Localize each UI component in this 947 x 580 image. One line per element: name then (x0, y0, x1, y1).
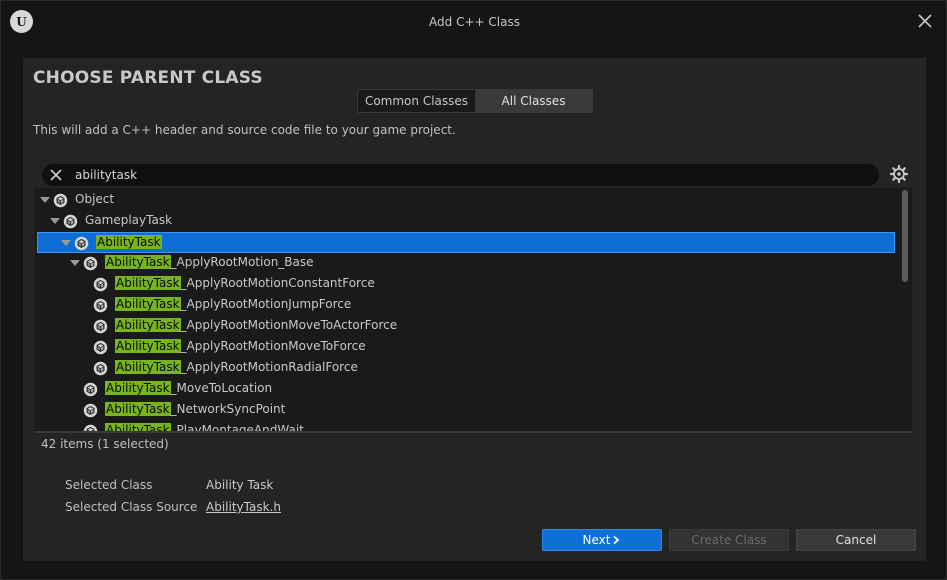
tree-row-label: AbilityTask _NetworkSyncPoint (105, 402, 285, 416)
tree-row-ability-task-apply-root-motion-move-to-force[interactable]: AbilityTask _ApplyRootMotionMoveToForce (35, 337, 897, 358)
search-match-highlight: AbilityTask (105, 402, 171, 416)
class-icon (93, 277, 108, 292)
gear-icon[interactable] (889, 164, 909, 184)
tree-row-label: AbilityTask _ApplyRootMotionRadialForce (115, 360, 358, 374)
class-icon (93, 361, 108, 376)
class-name-text: _ApplyRootMotionRadialForce (180, 360, 358, 374)
selected-class-label: Selected Class (65, 478, 153, 492)
expand-arrow-icon[interactable] (50, 216, 60, 226)
search-match-highlight: AbilityTask (115, 339, 181, 353)
tree-row-ability-task-apply-root-motion-move-to-actor-force[interactable]: AbilityTask _ApplyRootMotionMoveToActorFo… (35, 316, 897, 337)
next-button-label: Next (582, 533, 611, 547)
tree-row-ability-task[interactable]: AbilityTask (37, 232, 895, 253)
class-name-text: _MoveToLocation (170, 381, 273, 395)
tree-row-ability-task-apply-root-motion-constant-force[interactable]: AbilityTask _ApplyRootMotionConstantForce (35, 274, 897, 295)
chevron-right-icon (613, 535, 620, 545)
expand-arrow-icon[interactable] (70, 258, 80, 268)
selected-source-label: Selected Class Source (65, 500, 198, 514)
add-cpp-class-window: U Add C++ Class CHOOSE PARENT CLASS Comm… (0, 0, 947, 580)
page-title: CHOOSE PARENT CLASS (33, 68, 263, 88)
class-name-text: _ApplyRootMotionMoveToForce (180, 339, 366, 353)
class-name-text: _ApplyRootMotionMoveToActorForce (180, 318, 398, 332)
class-tree: Object GameplayTask AbilityTask AbilityTask… (35, 188, 912, 431)
search-match-highlight: AbilityTask (115, 318, 181, 332)
tree-row-label: AbilityTask (96, 235, 162, 249)
tree-row-ability-task-network-sync-point[interactable]: AbilityTask _NetworkSyncPoint (35, 400, 897, 421)
search-match-highlight: AbilityTask (105, 255, 171, 269)
class-name-text: Object (75, 192, 115, 206)
dialog-panel: CHOOSE PARENT CLASS Common Classes All C… (23, 58, 926, 561)
tree-divider (35, 431, 912, 433)
tree-row-label: GameplayTask (85, 213, 172, 227)
next-button[interactable]: Next (542, 529, 662, 551)
expand-arrow-icon[interactable] (61, 238, 71, 248)
class-icon (93, 340, 108, 355)
class-icon (74, 236, 89, 251)
class-name-text: _ApplyRootMotion_Base (170, 255, 314, 269)
class-name-text: _NetworkSyncPoint (170, 402, 286, 416)
search-match-highlight: AbilityTask (115, 360, 181, 374)
class-icon (53, 193, 68, 208)
tree-row-label: AbilityTask _ApplyRootMotionJumpForce (115, 297, 351, 311)
class-name-text: _ApplyRootMotionJumpForce (180, 297, 352, 311)
search-match-highlight: AbilityTask (96, 235, 162, 249)
tree-row-label: AbilityTask _PlayMontageAndWait (105, 423, 304, 431)
search-input[interactable] (75, 167, 855, 183)
class-icon (83, 403, 98, 418)
class-icon (83, 382, 98, 397)
tree-row-label: AbilityTask _ApplyRootMotionMoveToActorFo… (115, 318, 397, 332)
tree-scrollbar[interactable] (902, 190, 908, 282)
search-match-highlight: AbilityTask (105, 423, 171, 431)
class-icon (93, 319, 108, 334)
class-filter-tabs: Common Classes All Classes (357, 89, 593, 113)
cancel-button[interactable]: Cancel (796, 529, 916, 551)
close-icon[interactable] (916, 12, 934, 30)
tree-row-label: AbilityTask _ApplyRootMotionConstantForce (115, 276, 375, 290)
tree-row-object[interactable]: Object (35, 190, 897, 211)
search-match-highlight: AbilityTask (115, 297, 181, 311)
class-icon (93, 298, 108, 313)
class-name-text: _PlayMontageAndWait (170, 423, 304, 431)
tab-common-classes[interactable]: Common Classes (358, 90, 475, 112)
tree-row-ability-task-apply-root-motion-base[interactable]: AbilityTask _ApplyRootMotion_Base (35, 253, 897, 274)
tree-row-ability-task-play-montage-and-wait[interactable]: AbilityTask _PlayMontageAndWait (35, 421, 897, 431)
selected-class-value: Ability Task (206, 478, 274, 492)
title-bar: U Add C++ Class (1, 1, 947, 43)
class-name-text: GameplayTask (85, 213, 173, 227)
tree-row-ability-task-move-to-location[interactable]: AbilityTask _MoveToLocation (35, 379, 897, 400)
tree-row-label: AbilityTask _ApplyRootMotion_Base (105, 255, 314, 269)
tree-row-ability-task-apply-root-motion-jump-force[interactable]: AbilityTask _ApplyRootMotionJumpForce (35, 295, 897, 316)
class-name-text: _ApplyRootMotionConstantForce (180, 276, 375, 290)
search-bar (42, 164, 879, 186)
tree-row-gameplay-task[interactable]: GameplayTask (35, 211, 897, 232)
tree-row-label: Object (75, 192, 114, 206)
class-icon (63, 214, 78, 229)
tree-row-label: AbilityTask _ApplyRootMotionMoveToForce (115, 339, 366, 353)
search-match-highlight: AbilityTask (115, 276, 181, 290)
clear-search-icon[interactable] (49, 168, 63, 182)
item-count: 42 items (1 selected) (41, 437, 169, 451)
class-icon (83, 256, 98, 271)
class-icon (83, 424, 98, 431)
search-match-highlight: AbilityTask (105, 381, 171, 395)
expand-arrow-icon[interactable] (40, 195, 50, 205)
tree-row-ability-task-apply-root-motion-radial-force[interactable]: AbilityTask _ApplyRootMotionRadialForce (35, 358, 897, 379)
tree-row-label: AbilityTask _MoveToLocation (105, 381, 272, 395)
tab-all-classes[interactable]: All Classes (475, 90, 592, 112)
window-title: Add C++ Class (429, 15, 520, 29)
create-class-button[interactable]: Create Class (669, 529, 789, 551)
selected-source-link[interactable]: AbilityTask.h (206, 500, 281, 514)
description-text: This will add a C++ header and source co… (33, 123, 456, 137)
